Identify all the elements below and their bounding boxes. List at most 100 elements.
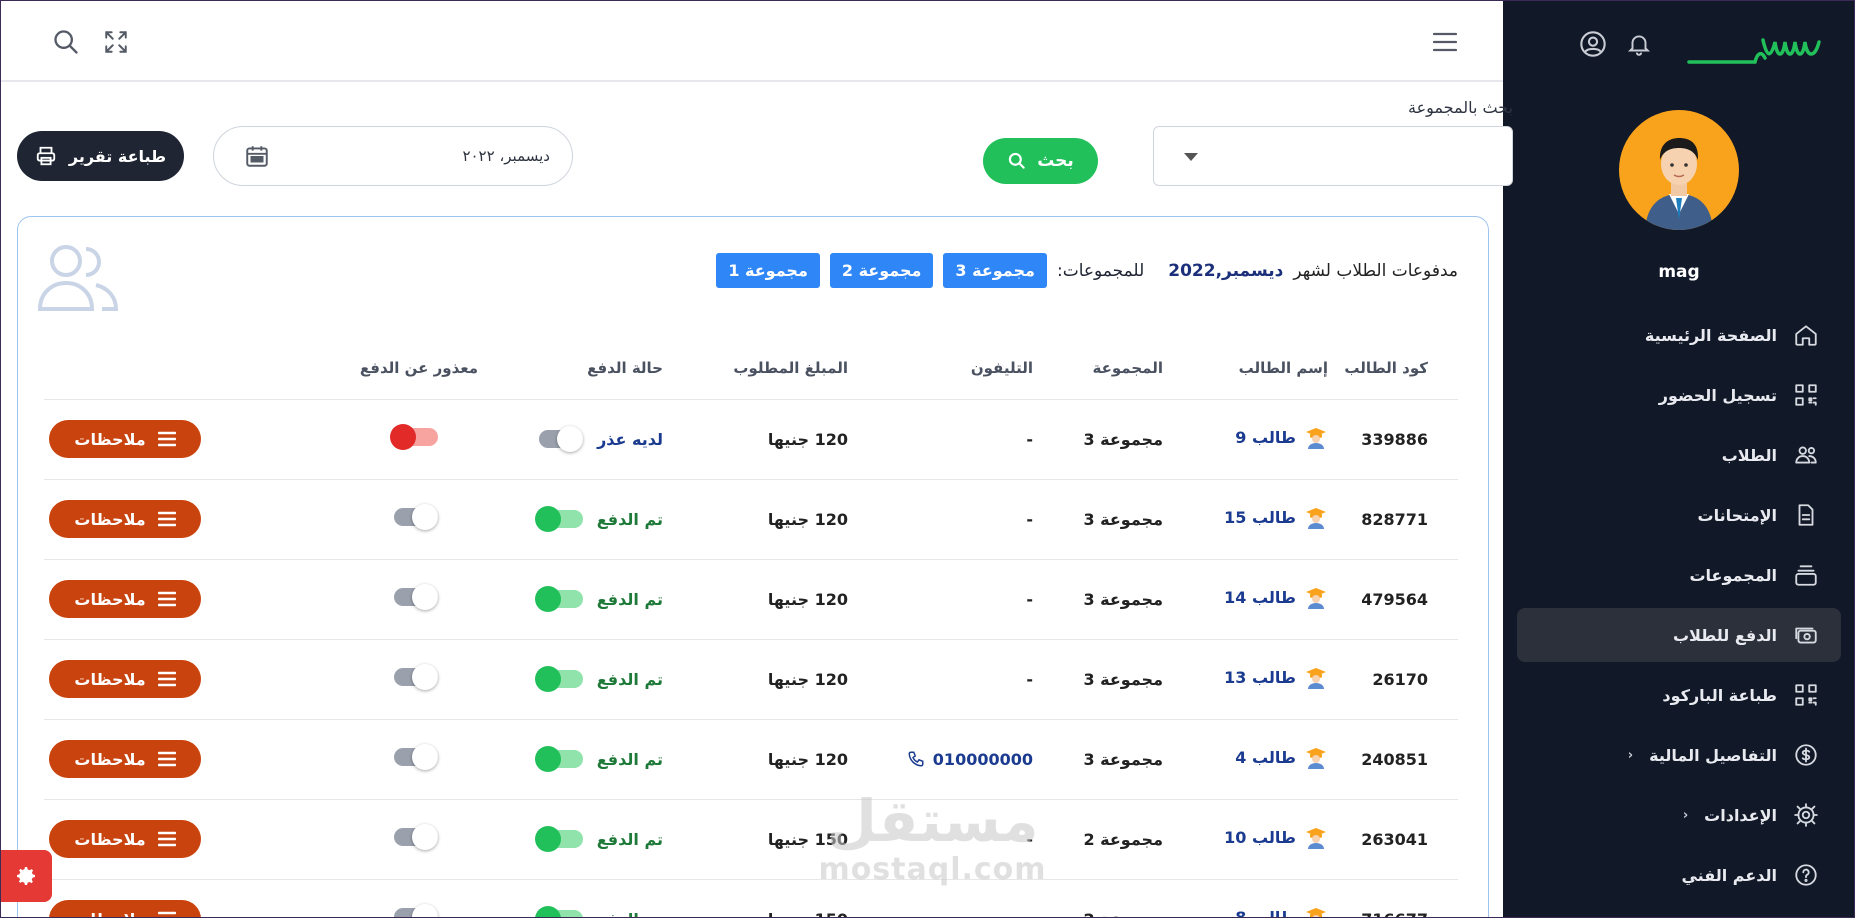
payment-status-label: تم الدفع <box>596 509 663 529</box>
amount-due: 120 جنيها <box>663 559 848 640</box>
table-row: 339886 طالب 9 مجموعة 3- 120 جنيها لديه عذر مل… <box>44 399 1458 480</box>
brand-logo <box>1687 38 1821 64</box>
excused-toggle[interactable] <box>394 904 438 918</box>
table-row: 240851 طالب 4 مجموعة 3 010000000 120 جنيها تم… <box>44 719 1458 800</box>
users-icon <box>37 245 119 311</box>
graduate-icon <box>1306 668 1326 689</box>
sidebar-item-4[interactable]: المجموعات <box>1517 548 1841 602</box>
student-name: طالب 13 <box>1224 667 1296 687</box>
notes-button[interactable]: ملاحظات <box>49 740 201 778</box>
toggle-knob <box>390 424 416 450</box>
notes-button-label: ملاحظات <box>74 589 146 609</box>
bell-icon[interactable] <box>1625 30 1653 58</box>
toggle-knob <box>412 504 438 530</box>
month-picker[interactable]: ديسمبر، ٢٠٢٢ <box>213 126 573 186</box>
payment-status-toggle[interactable] <box>534 746 583 772</box>
settings-fab[interactable] <box>0 850 52 902</box>
avatar <box>1619 110 1739 230</box>
student-group: مجموعة 3 <box>1033 639 1163 720</box>
student-name-link[interactable]: طالب 15 <box>1224 505 1328 529</box>
search-icon[interactable] <box>50 26 82 58</box>
notes-button-label: ملاحظات <box>74 749 146 769</box>
excused-toggle[interactable] <box>394 584 438 610</box>
chevron-left-icon[interactable]: ‹ <box>1683 808 1688 823</box>
student-code: 479564 <box>1328 559 1458 640</box>
phone-value: - <box>1026 589 1033 609</box>
payment-status-label: تم الدفع <box>596 669 663 689</box>
sidebar-item-6[interactable]: طباعة الباركود <box>1517 668 1841 722</box>
student-name-link[interactable]: طالب 10 <box>1224 825 1328 849</box>
excused-toggle[interactable] <box>390 424 438 450</box>
sidebar-item-5[interactable]: الدفع للطلاب <box>1517 608 1841 662</box>
student-name-link[interactable]: طالب 4 <box>1235 745 1328 769</box>
notes-button[interactable]: ملاحظات <box>49 420 201 458</box>
toggle-knob <box>412 584 438 610</box>
group-badge-1[interactable]: مجموعة 1 <box>716 253 820 288</box>
sidebar-item-label: تسجيل الحضور <box>1658 385 1777 405</box>
notes-button[interactable]: ملاحظات <box>49 500 201 538</box>
group-badge-2[interactable]: مجموعة 2 <box>829 253 934 288</box>
payment-status-toggle[interactable] <box>534 506 583 532</box>
menu-icon[interactable] <box>1429 26 1461 58</box>
user-profile-icon[interactable] <box>1579 30 1607 58</box>
sidebar-item-8[interactable]: الإعدادات ‹ <box>1517 788 1841 842</box>
table-row: 479564 طالب 14 مجموعة 3- 120 جنيها تم الدفع م… <box>44 559 1458 640</box>
toggle-knob <box>412 664 438 690</box>
search-button-label: بحث <box>1037 151 1074 171</box>
excused-toggle[interactable] <box>394 744 438 770</box>
group-filter-label: بحث بالمجموعة <box>1408 98 1513 117</box>
student-name-link[interactable]: طالب 9 <box>1235 425 1328 449</box>
search-button[interactable]: بحث <box>983 138 1098 184</box>
print-report-button[interactable]: طباعة تقرير <box>17 131 184 181</box>
phone-link[interactable]: 010000000 <box>907 750 1033 769</box>
sidebar-item-9[interactable]: الدعم الفني <box>1517 848 1841 902</box>
header-group: المجموعة <box>1033 337 1163 400</box>
phone-value: - <box>1026 429 1033 449</box>
payment-status-toggle[interactable] <box>534 666 583 692</box>
notes-button[interactable]: ملاحظات <box>49 580 201 618</box>
sidebar-item-label: الإمتحانات <box>1697 505 1777 525</box>
layers-icon <box>1795 565 1817 586</box>
qr-icon <box>1795 684 1817 706</box>
amount-due: 120 جنيها <box>663 719 848 800</box>
graduate-icon <box>1306 748 1326 769</box>
notes-button[interactable]: ملاحظات <box>49 820 201 858</box>
student-code: 828771 <box>1328 479 1458 560</box>
notes-button-label: ملاحظات <box>74 429 146 449</box>
group-badge-3[interactable]: مجموعة 3 <box>943 253 1047 288</box>
student-code: 263041 <box>1328 799 1458 880</box>
payment-status-toggle[interactable] <box>534 906 583 918</box>
graduate-icon <box>1306 828 1326 849</box>
student-name-link[interactable]: طالب 14 <box>1224 585 1328 609</box>
student-name-link[interactable]: طالب 8 <box>1235 905 1328 918</box>
list-icon <box>157 911 176 918</box>
excused-toggle[interactable] <box>394 824 438 850</box>
notes-button[interactable]: ملاحظات <box>49 660 201 698</box>
toggle-knob <box>412 744 438 770</box>
sidebar-item-1[interactable]: تسجيل الحضور <box>1517 368 1841 422</box>
sidebar-item-3[interactable]: الإمتحانات <box>1517 488 1841 542</box>
chevron-down-icon <box>1184 153 1198 161</box>
excused-toggle[interactable] <box>394 504 438 530</box>
header-status: حالة الدفع <box>478 337 663 400</box>
toggle-knob <box>412 824 438 850</box>
excused-toggle[interactable] <box>394 664 438 690</box>
payment-status-toggle[interactable] <box>534 826 583 852</box>
sidebar-item-2[interactable]: الطلاب <box>1517 428 1841 482</box>
payment-status-toggle[interactable] <box>534 586 583 612</box>
group-select[interactable] <box>1153 126 1513 186</box>
chevron-left-icon[interactable]: ‹ <box>1628 748 1633 763</box>
student-code: 339886 <box>1328 399 1458 480</box>
search-icon <box>1009 152 1025 169</box>
print-report-label: طباعة تقرير <box>68 146 167 166</box>
student-name-link[interactable]: طالب 13 <box>1224 665 1328 689</box>
card-title: مدفوعات الطلاب لشهر <box>1293 260 1458 281</box>
phone-value: 010000000 <box>932 749 1033 769</box>
sidebar-item-0[interactable]: الصفحة الرئيسية <box>1517 308 1841 362</box>
payment-status-label: تم الدفع <box>596 829 663 849</box>
payment-status-toggle[interactable] <box>539 426 584 452</box>
fullscreen-icon[interactable] <box>100 26 132 58</box>
notes-button[interactable]: ملاحظات <box>49 900 201 918</box>
amount-due: 150 جنيها <box>663 799 848 880</box>
sidebar-item-7[interactable]: التفاصيل المالية ‹ <box>1517 728 1841 782</box>
